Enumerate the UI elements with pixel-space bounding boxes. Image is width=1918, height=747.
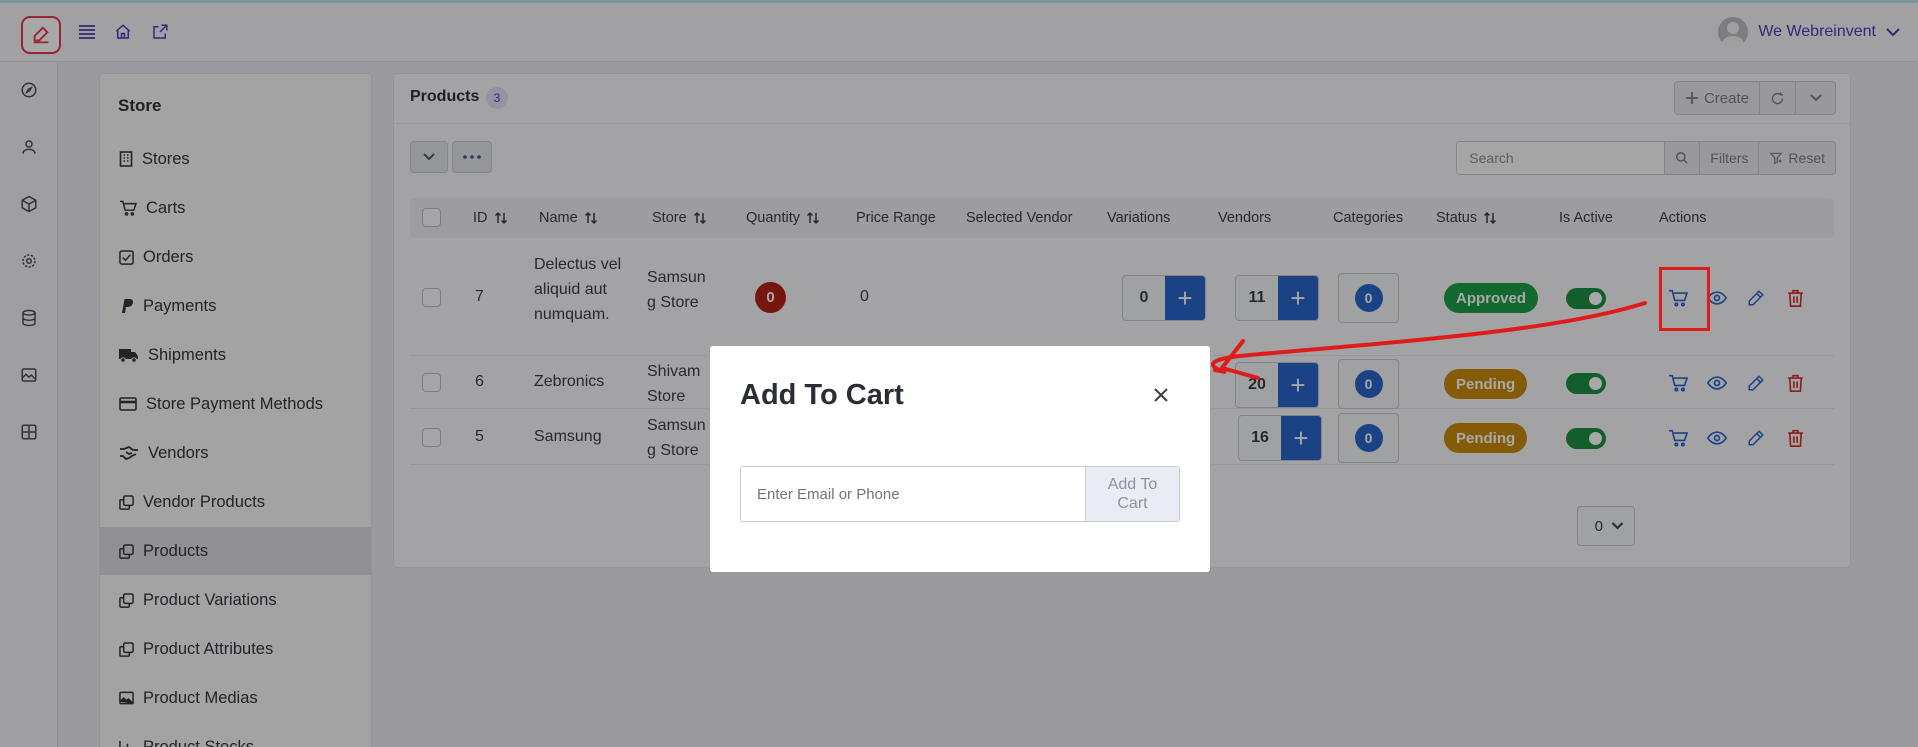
add-to-cart-modal: Add To Cart Add To Cart	[710, 346, 1210, 572]
modal-title: Add To Cart	[740, 379, 904, 411]
email-or-phone-input[interactable]	[741, 467, 1085, 521]
add-to-cart-form: Add To Cart	[740, 466, 1180, 522]
close-icon[interactable]	[1150, 384, 1172, 406]
annotation-highlight-box	[1659, 267, 1710, 331]
add-to-cart-button[interactable]: Add To Cart	[1085, 467, 1179, 521]
